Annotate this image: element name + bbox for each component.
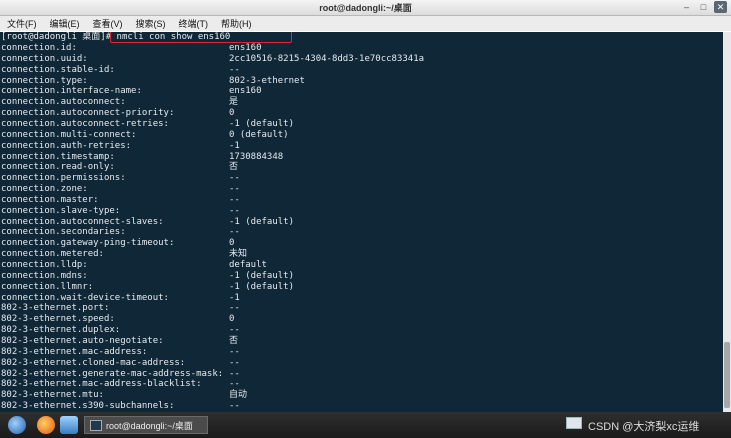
property-value: -1 (default) — [229, 216, 295, 227]
start-menu-icon[interactable] — [8, 416, 26, 434]
menu-terminal[interactable]: 终端(T) — [179, 17, 209, 30]
menu-view[interactable]: 查看(V) — [93, 17, 123, 30]
window-titlebar[interactable]: root@dadongli:~/桌面 – □ ✕ — [0, 0, 731, 16]
property-name: 802-3-ethernet.duplex: — [1, 325, 121, 336]
property-name: connection.autoconnect: — [1, 97, 126, 108]
command-highlight-box — [110, 32, 292, 43]
taskbar-task-label: root@dadongli:~/桌面 — [106, 420, 193, 431]
property-value: 2cc10516-8215-4304-8dd3-1e70cc83341a — [229, 53, 425, 64]
menu-search[interactable]: 搜索(S) — [136, 17, 166, 30]
property-value: -- — [229, 184, 240, 195]
property-value: 0 (default) — [229, 129, 289, 140]
property-value: 0 — [229, 108, 235, 119]
property-name: connection.timestamp: — [1, 151, 115, 162]
property-value: -- — [229, 194, 240, 205]
property-value: 802-3-ethernet — [229, 75, 305, 86]
property-value: 自动 — [229, 390, 248, 401]
property-value: 未知 — [229, 249, 248, 260]
property-name: connection.stable-id: — [1, 64, 115, 75]
property-name: connection.secondaries: — [1, 227, 126, 238]
property-name: connection.autoconnect-retries: — [1, 118, 169, 129]
property-value: -- — [229, 357, 240, 368]
property-value: -- — [229, 227, 240, 238]
taskbar-terminal-task[interactable]: root@dadongli:~/桌面 — [84, 416, 208, 434]
scrollbar-thumb[interactable] — [724, 342, 730, 408]
property-name: connection.type: — [1, 75, 88, 86]
watermark-text: CSDN @大济梨xc运维 — [588, 421, 700, 433]
property-name: 802-3-ethernet.port: — [1, 303, 110, 314]
display-tray-icon[interactable] — [566, 417, 582, 429]
property-name: connection.uuid: — [1, 53, 88, 64]
property-name: connection.auth-retries: — [1, 140, 132, 151]
property-name: connection.zone: — [1, 184, 88, 195]
property-name: connection.autoconnect-priority: — [1, 108, 175, 119]
property-name: 802-3-ethernet.cloned-mac-address: — [1, 357, 186, 368]
property-value: 是 — [229, 97, 239, 108]
window-title: root@dadongli:~/桌面 — [319, 3, 412, 13]
property-value: 0 — [229, 238, 235, 249]
property-name: connection.master: — [1, 194, 99, 205]
property-name: connection.read-only: — [1, 162, 115, 173]
property-name: connection.slave-type: — [1, 205, 121, 216]
property-value: -1 (default) — [229, 281, 295, 292]
terminal-icon — [90, 419, 102, 431]
property-value: -- — [229, 303, 240, 314]
property-name: 802-3-ethernet.speed: — [1, 314, 115, 325]
property-value: -- — [229, 325, 240, 336]
property-value: -1 — [229, 140, 240, 151]
property-name: connection.autoconnect-slaves: — [1, 216, 164, 227]
property-value: -- — [229, 368, 240, 379]
property-value: 否 — [229, 335, 239, 346]
property-value: 0 — [229, 314, 235, 325]
close-icon[interactable]: ✕ — [714, 1, 727, 13]
menu-help[interactable]: 帮助(H) — [221, 17, 252, 30]
property-value: -1 (default) — [229, 118, 295, 129]
property-name: 802-3-ethernet.mac-address-blacklist: — [1, 379, 202, 390]
terminal-output[interactable]: [root@dadongli 桌面]# nmcli con show ens16… — [0, 32, 723, 412]
firefox-icon[interactable] — [37, 416, 55, 434]
property-value: -- — [229, 401, 240, 412]
property-value: ens160 — [229, 43, 262, 53]
property-name: 802-3-ethernet.auto-negotiate: — [1, 335, 164, 346]
property-name: connection.id: — [1, 43, 77, 53]
property-name: connection.interface-name: — [1, 86, 142, 97]
shell-prompt: [root@dadongli 桌面]# — [1, 32, 117, 42]
menu-edit[interactable]: 编辑(E) — [50, 17, 80, 30]
property-value: 否 — [229, 162, 239, 173]
terminal-scrollbar[interactable] — [723, 32, 731, 412]
property-value: default — [229, 260, 267, 270]
property-name: connection.wait-device-timeout: — [1, 292, 169, 303]
property-name: connection.mdns: — [1, 270, 88, 281]
maximize-icon[interactable]: □ — [697, 1, 710, 13]
property-name: connection.multi-connect: — [1, 129, 137, 140]
property-name: 802-3-ethernet.generate-mac-address-mask… — [1, 368, 224, 379]
file-manager-icon[interactable] — [60, 416, 78, 434]
property-name: 802-3-ethernet.s390-subchannels: — [1, 401, 175, 412]
property-value: -- — [229, 379, 240, 390]
property-name: 802-3-ethernet.mtu: — [1, 390, 104, 401]
property-name: 802-3-ethernet.mac-address: — [1, 346, 148, 357]
property-name: connection.gateway-ping-timeout: — [1, 238, 175, 249]
menu-file[interactable]: 文件(F) — [7, 17, 37, 30]
property-value: -- — [229, 205, 240, 216]
property-value: -- — [229, 64, 240, 75]
property-value: 1730884348 — [229, 151, 284, 162]
property-name: connection.llmnr: — [1, 281, 94, 292]
property-value: ens160 — [229, 86, 262, 97]
property-name: connection.metered: — [1, 249, 104, 260]
property-value: -1 — [229, 292, 240, 303]
property-name: connection.lldp: — [1, 260, 88, 270]
property-value: -- — [229, 173, 240, 184]
menu-bar: 文件(F) 编辑(E) 查看(V) 搜索(S) 终端(T) 帮助(H) — [0, 16, 731, 31]
property-name: connection.permissions: — [1, 173, 126, 184]
property-value: -1 (default) — [229, 270, 295, 281]
minimize-icon[interactable]: – — [680, 1, 693, 13]
property-value: -- — [229, 346, 240, 357]
